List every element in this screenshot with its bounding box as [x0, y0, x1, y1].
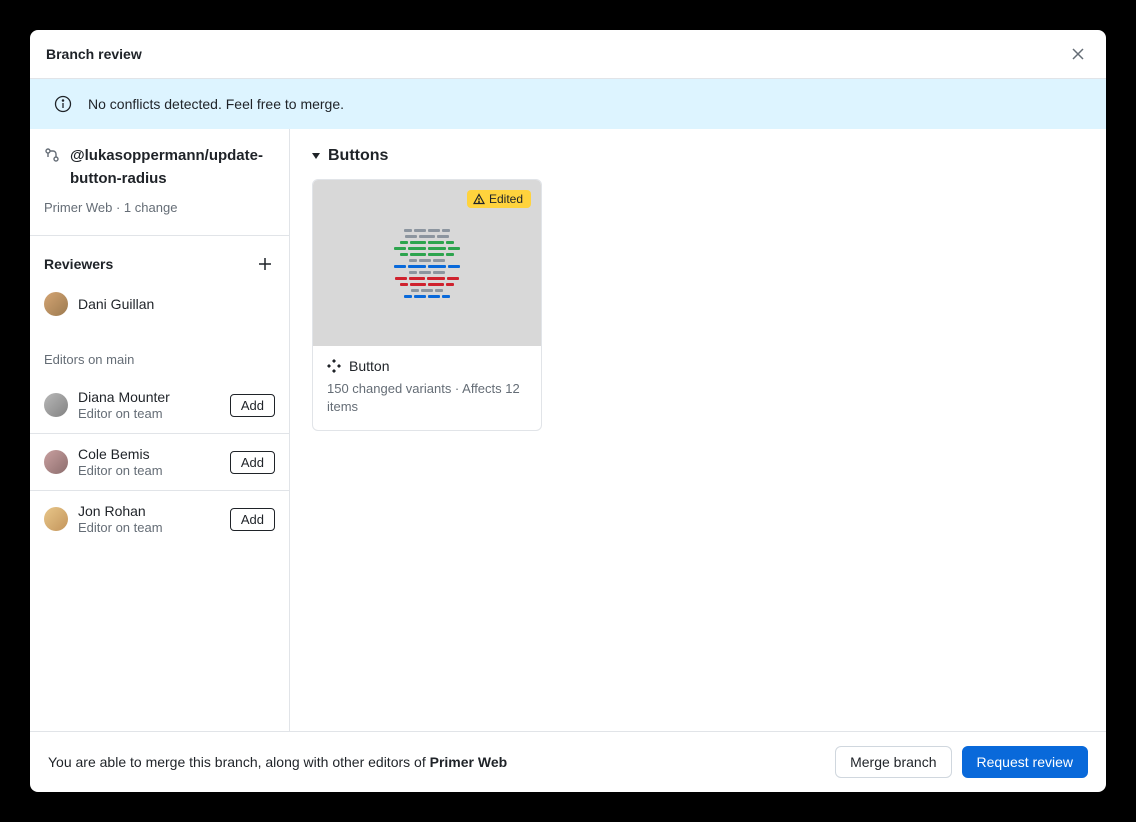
group-title: Buttons: [328, 147, 388, 165]
reviewer-item: Dani Guillan: [44, 288, 275, 332]
avatar: [44, 393, 68, 417]
editor-item: Cole Bemis Editor on team Add: [30, 434, 289, 491]
editor-role: Editor on team: [78, 520, 163, 535]
component-preview: [392, 229, 462, 298]
branch-icon: [44, 147, 60, 168]
reviewer-name: Dani Guillan: [78, 296, 154, 312]
modal-body: @lukasoppermann/update-button-radius Pri…: [30, 129, 1106, 731]
editor-role: Editor on team: [78, 463, 163, 478]
card-title: Button: [349, 358, 389, 374]
caret-down-icon: [312, 153, 320, 159]
modal-header: Branch review: [30, 30, 1106, 79]
editor-name: Diana Mounter: [78, 389, 170, 405]
request-review-button[interactable]: Request review: [962, 746, 1089, 778]
info-icon: [54, 95, 72, 113]
reviewers-section: Reviewers Dani Guillan: [30, 236, 289, 338]
warning-icon: [473, 193, 485, 205]
banner-text: No conflicts detected. Feel free to merg…: [88, 96, 344, 112]
footer-text: You are able to merge this branch, along…: [48, 754, 507, 770]
sidebar: @lukasoppermann/update-button-radius Pri…: [30, 129, 290, 731]
plus-icon: [257, 256, 273, 272]
main-content: Buttons Edited: [290, 129, 1106, 731]
editor-role: Editor on team: [78, 406, 170, 421]
editors-on-main-title: Editors on main: [30, 338, 289, 377]
avatar: [44, 292, 68, 316]
add-editor-button[interactable]: Add: [230, 451, 275, 474]
card-body: Button 150 changed variants · Affects 12…: [313, 346, 541, 430]
close-button[interactable]: [1066, 42, 1090, 66]
component-icon: [327, 359, 341, 373]
edited-badge: Edited: [467, 190, 531, 208]
branch-review-modal: Branch review No conflicts detected. Fee…: [30, 30, 1106, 792]
info-banner: No conflicts detected. Feel free to merg…: [30, 79, 1106, 129]
close-icon: [1070, 46, 1086, 62]
component-card[interactable]: Edited: [312, 179, 542, 431]
branch-info: @lukasoppermann/update-button-radius Pri…: [30, 129, 289, 235]
group-header[interactable]: Buttons: [312, 147, 1084, 165]
modal-footer: You are able to merge this branch, along…: [30, 731, 1106, 792]
add-editor-button[interactable]: Add: [230, 394, 275, 417]
card-meta: 150 changed variants · Affects 12 items: [327, 380, 527, 416]
modal-title: Branch review: [46, 46, 142, 62]
editor-item: Jon Rohan Editor on team Add: [30, 491, 289, 547]
component-thumbnail: Edited: [313, 180, 541, 346]
avatar: [44, 450, 68, 474]
avatar: [44, 507, 68, 531]
editor-item: Diana Mounter Editor on team Add: [30, 377, 289, 434]
add-editor-button[interactable]: Add: [230, 508, 275, 531]
branch-meta: Primer Web · 1 change: [44, 200, 275, 215]
editor-name: Jon Rohan: [78, 503, 163, 519]
branch-name: @lukasoppermann/update-button-radius: [70, 145, 275, 190]
merge-branch-button[interactable]: Merge branch: [835, 746, 951, 778]
editor-name: Cole Bemis: [78, 446, 163, 462]
add-reviewer-button[interactable]: [255, 254, 275, 274]
reviewers-title: Reviewers: [44, 256, 113, 272]
